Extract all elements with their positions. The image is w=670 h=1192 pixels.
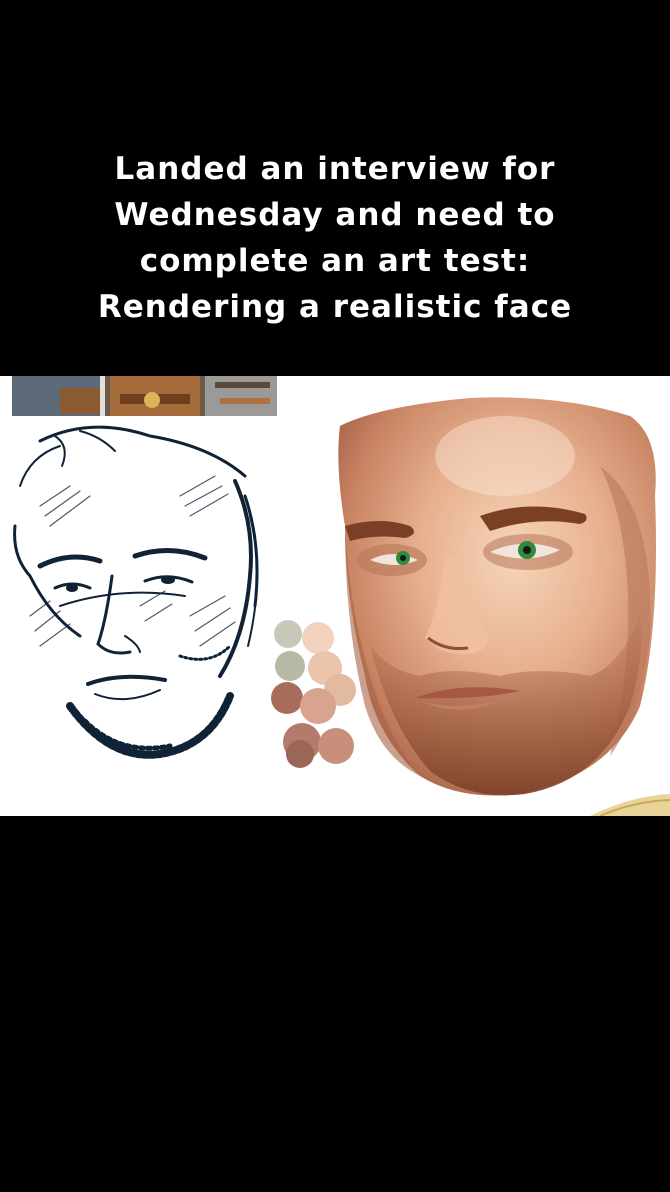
bottom-black-area [0,816,670,1192]
character-costume-crop [12,376,277,416]
sketch-face-icon [13,425,259,759]
artwork-canvas [12,376,670,816]
caption-line-2: Wednesday and need to [114,197,556,233]
caption-text: Landed an interview for Wednesday and ne… [0,146,670,330]
caption-area: Landed an interview for Wednesday and ne… [0,0,670,376]
painted-face-icon [338,397,656,796]
artwork-image [0,376,670,816]
color-swatches-icon [271,620,356,768]
corner-sketch-fragment [590,794,670,816]
caption-line-1: Landed an interview for [114,151,556,187]
caption-line-4: Rendering a realistic face [97,289,573,325]
caption-line-3: complete an art test: [139,243,531,279]
